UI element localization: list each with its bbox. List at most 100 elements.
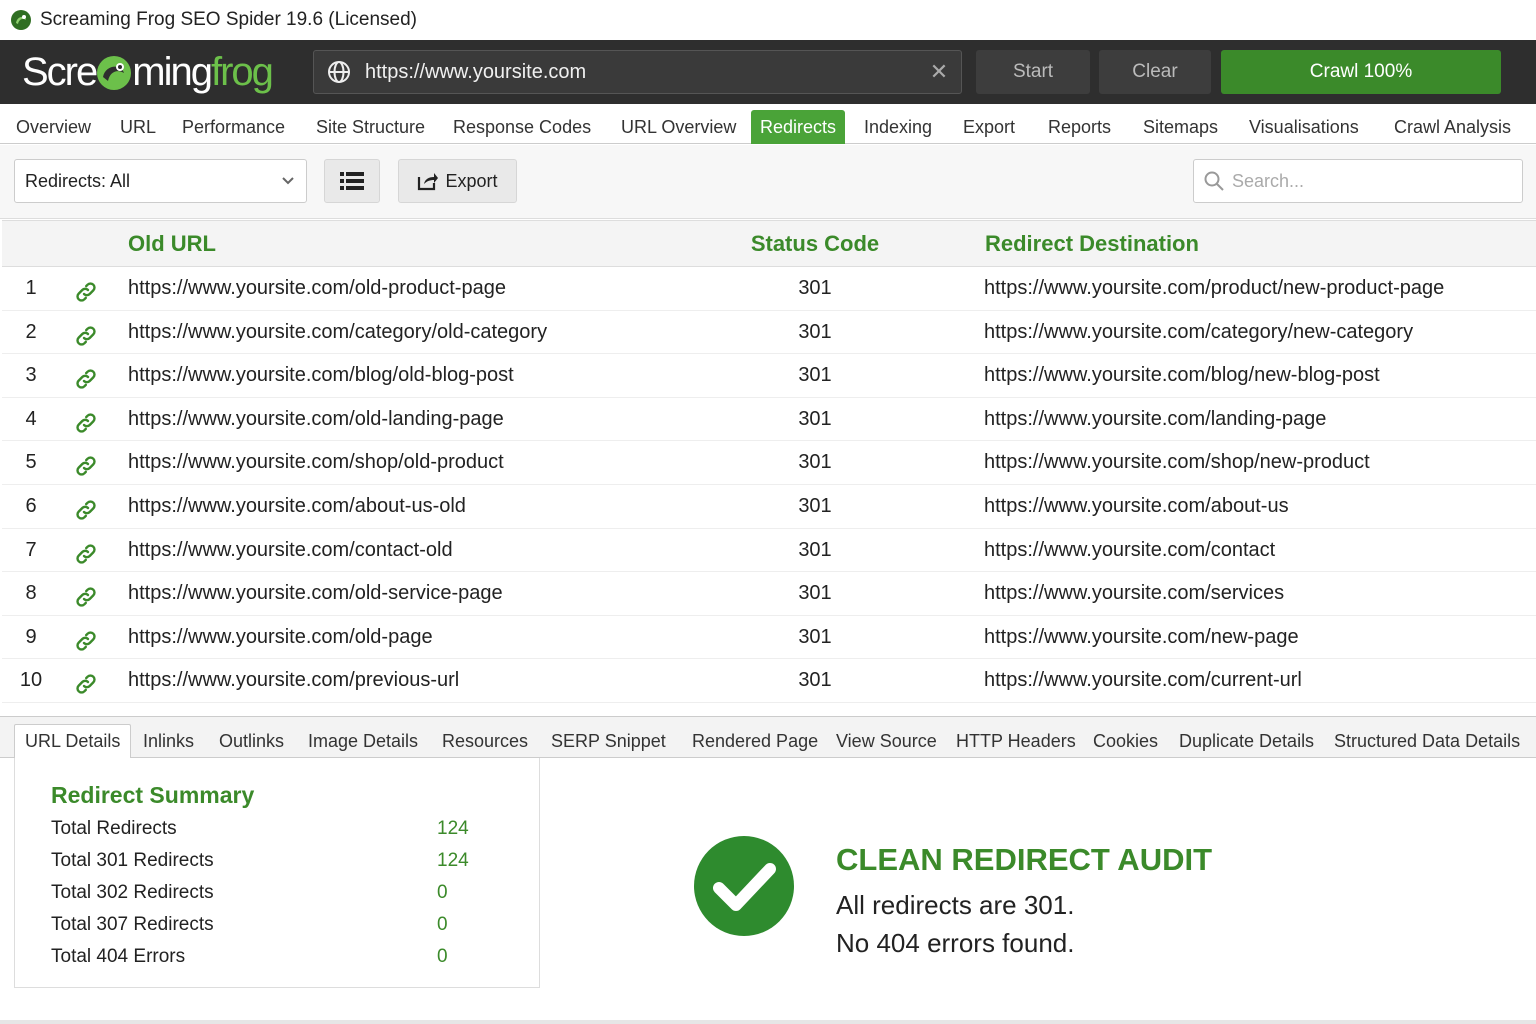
main-tab-bar: Overview URL Performance Site Structure … <box>0 104 1536 144</box>
status-code-cell[interactable]: 301 <box>682 485 948 528</box>
tab-resources[interactable]: Resources <box>442 724 528 758</box>
tab-http-headers[interactable]: HTTP Headers <box>956 724 1076 758</box>
tab-export[interactable]: Export <box>963 110 1015 144</box>
redirect-destination-cell[interactable]: https://www.yoursite.com/landing-page <box>984 398 1326 441</box>
table-row[interactable]: 7 https://www.yoursite.com/contact-old 301… <box>2 528 1536 573</box>
tab-site-structure[interactable]: Site Structure <box>316 110 425 144</box>
status-code-cell[interactable]: 301 <box>682 659 948 702</box>
toolbar: Scre mingfrog https://www.yoursite.com ✕… <box>0 40 1536 104</box>
old-url-cell[interactable]: https://www.yoursite.com/shop/old-produc… <box>128 441 504 484</box>
crawl-progress-button[interactable]: Crawl 100% <box>1221 50 1501 94</box>
old-url-cell[interactable]: https://www.yoursite.com/old-landing-pag… <box>128 398 504 441</box>
tab-cookies[interactable]: Cookies <box>1093 724 1158 758</box>
row-number: 5 <box>25 451 37 474</box>
tab-sitemaps[interactable]: Sitemaps <box>1143 110 1218 144</box>
filter-bar: Redirects: All Export <box>0 145 1536 219</box>
old-url-cell[interactable]: https://www.yoursite.com/old-page <box>128 616 433 659</box>
row-number: 9 <box>25 625 37 648</box>
table-row[interactable]: 9 https://www.yoursite.com/old-page 301 htt… <box>2 615 1536 660</box>
status-code-cell[interactable]: 301 <box>682 616 948 659</box>
audit-heading: CLEAN REDIRECT AUDIT <box>836 842 1213 877</box>
table-row[interactable]: 1 https://www.yoursite.com/old-product-pa… <box>2 267 1536 311</box>
tab-duplicate-details[interactable]: Duplicate Details <box>1179 724 1314 758</box>
title-bar: Screaming Frog SEO Spider 19.6 (Licensed… <box>0 0 1536 40</box>
table-row[interactable]: 4 https://www.yoursite.com/old-landing-pa… <box>2 397 1536 442</box>
old-url-cell[interactable]: https://www.yoursite.com/blog/old-blog-p… <box>128 354 514 397</box>
app-logo: Scre mingfrog <box>22 50 274 94</box>
tab-url-details[interactable]: URL Details <box>14 724 132 758</box>
status-code-cell[interactable]: 301 <box>682 398 948 441</box>
globe-icon <box>328 61 350 83</box>
status-code-cell[interactable]: 301 <box>682 572 948 615</box>
status-code-cell[interactable]: 301 <box>682 311 948 354</box>
column-header-redirect-destination[interactable]: Redirect Destination <box>985 221 1199 267</box>
tab-visualisations[interactable]: Visualisations <box>1249 110 1359 144</box>
old-url-cell[interactable]: https://www.yoursite.com/old-service-pag… <box>128 572 503 615</box>
tab-overview[interactable]: Overview <box>16 110 91 144</box>
export-button[interactable]: Export <box>398 159 517 203</box>
status-code-cell[interactable]: 301 <box>682 529 948 572</box>
redirect-destination-cell[interactable]: https://www.yoursite.com/contact <box>984 529 1275 572</box>
tab-indexing[interactable]: Indexing <box>864 110 932 144</box>
link-icon <box>74 539 98 564</box>
old-url-cell[interactable]: https://www.yoursite.com/about-us-old <box>128 485 466 528</box>
old-url-cell[interactable]: https://www.yoursite.com/previous-url <box>128 659 459 702</box>
close-icon[interactable]: ✕ <box>917 59 961 85</box>
tab-redirects[interactable]: Redirects <box>751 110 846 144</box>
url-input[interactable]: https://www.yoursite.com ✕ <box>313 50 962 94</box>
tab-url-overview[interactable]: URL Overview <box>621 110 736 144</box>
status-code-cell[interactable]: 301 <box>682 267 948 310</box>
clear-button[interactable]: Clear <box>1099 50 1211 94</box>
summary-value: 0 <box>437 914 448 935</box>
old-url-cell[interactable]: https://www.yoursite.com/old-product-pag… <box>128 267 506 310</box>
table-row[interactable]: 10 https://www.yoursite.com/previous-url 3… <box>2 659 1536 703</box>
tab-view-source[interactable]: View Source <box>836 724 937 758</box>
tab-inlinks[interactable]: Inlinks <box>143 724 194 758</box>
table-row[interactable]: 5 https://www.yoursite.com/shop/old-produ… <box>2 441 1536 485</box>
tab-reports[interactable]: Reports <box>1048 110 1111 144</box>
url-value[interactable]: https://www.yoursite.com <box>365 61 917 84</box>
search-box[interactable] <box>1193 159 1523 203</box>
old-url-cell[interactable]: https://www.yoursite.com/contact-old <box>128 529 453 572</box>
list-view-button[interactable] <box>324 159 380 203</box>
summary-label: Total 302 Redirects <box>51 882 214 903</box>
redirect-destination-cell[interactable]: https://www.yoursite.com/blog/new-blog-p… <box>984 354 1380 397</box>
status-code-cell[interactable]: 301 <box>682 354 948 397</box>
table-row[interactable]: 8 https://www.yoursite.com/old-service-pa… <box>2 572 1536 616</box>
column-header-old-url[interactable]: Old URL <box>128 221 216 267</box>
redirect-destination-cell[interactable]: https://www.yoursite.com/new-page <box>984 616 1299 659</box>
window-title: Screaming Frog SEO Spider 19.6 (Licensed… <box>40 9 418 30</box>
tab-image-details[interactable]: Image Details <box>308 724 418 758</box>
table-row[interactable]: 3 https://www.yoursite.com/blog/old-blog-… <box>2 354 1536 398</box>
list-icon <box>340 172 364 190</box>
search-input[interactable] <box>1232 170 1502 192</box>
summary-label: Total 301 Redirects <box>51 850 214 871</box>
start-button[interactable]: Start <box>976 50 1090 94</box>
tab-performance[interactable]: Performance <box>182 110 285 144</box>
status-code-cell[interactable]: 301 <box>682 441 948 484</box>
redirect-destination-cell[interactable]: https://www.yoursite.com/shop/new-produc… <box>984 441 1370 484</box>
row-number: 4 <box>25 407 37 430</box>
link-icon <box>74 495 98 520</box>
tab-outlinks[interactable]: Outlinks <box>219 724 284 758</box>
link-icon <box>74 582 98 607</box>
tab-rendered-page[interactable]: Rendered Page <box>692 724 818 758</box>
redirect-destination-cell[interactable]: https://www.yoursite.com/about-us <box>984 485 1289 528</box>
summary-label: Total 404 Errors <box>51 946 186 967</box>
redirect-destination-cell[interactable]: https://www.yoursite.com/current-url <box>984 659 1302 702</box>
table-row[interactable]: 6 https://www.yoursite.com/about-us-old 30… <box>2 484 1536 529</box>
tab-structured-data-details[interactable]: Structured Data Details <box>1334 724 1520 758</box>
redirect-destination-cell[interactable]: https://www.yoursite.com/category/new-ca… <box>984 311 1413 354</box>
table-row[interactable]: 2 https://www.yoursite.com/category/old-c… <box>2 310 1536 355</box>
filter-select[interactable]: Redirects: All <box>14 159 307 203</box>
tab-serp-snippet[interactable]: SERP Snippet <box>551 724 666 758</box>
tab-response-codes[interactable]: Response Codes <box>453 110 591 144</box>
tab-url[interactable]: URL <box>120 110 156 144</box>
old-url-cell[interactable]: https://www.yoursite.com/category/old-ca… <box>128 311 547 354</box>
frog-icon <box>11 10 31 30</box>
tab-crawl-analysis[interactable]: Crawl Analysis <box>1394 110 1511 144</box>
check-circle-icon <box>694 836 794 936</box>
redirect-destination-cell[interactable]: https://www.yoursite.com/product/new-pro… <box>984 267 1444 310</box>
column-header-status-code[interactable]: Status Code <box>682 221 948 267</box>
redirect-destination-cell[interactable]: https://www.yoursite.com/services <box>984 572 1284 615</box>
